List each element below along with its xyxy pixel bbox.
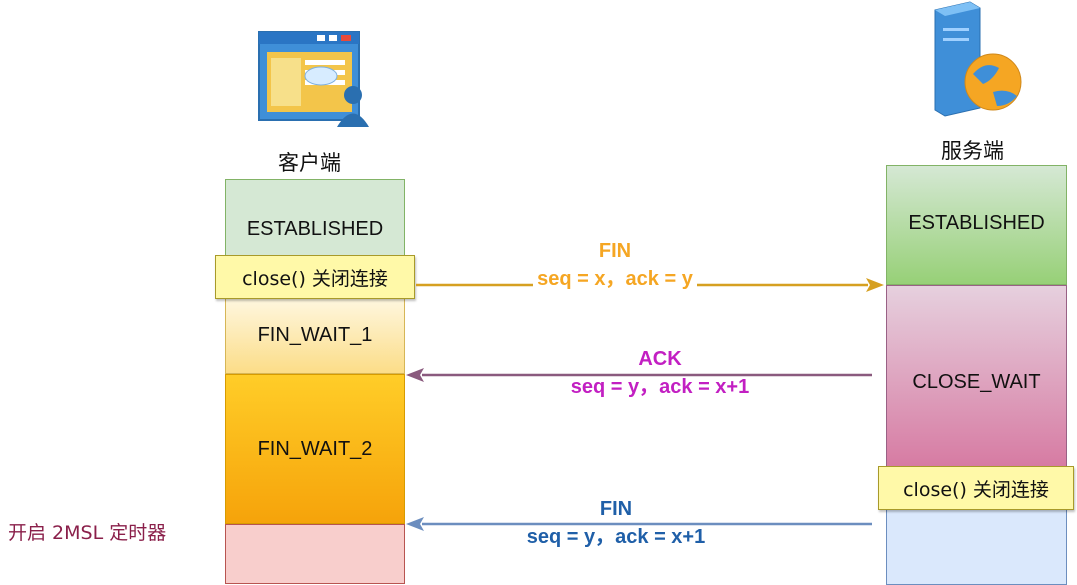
- timer-label: 开启 2MSL 定时器: [8, 522, 167, 544]
- fin-message-1-detail: seq = x，ack = y: [533, 265, 697, 293]
- fin-message-1-label: FIN seq = x，ack = y: [510, 237, 720, 293]
- fin-message-2-name: FIN: [599, 498, 633, 520]
- fin-message-2-detail: seq = y，ack = x+1: [526, 526, 706, 548]
- ack-message-name: ACK: [638, 348, 682, 370]
- fin-message-1-name: FIN: [598, 240, 632, 262]
- ack-message-label: ACK seq = y，ack = x+1: [540, 345, 780, 401]
- ack-message-detail: seq = y，ack = x+1: [570, 376, 750, 398]
- fin-message-2-label: FIN seq = y，ack = x+1: [496, 495, 736, 551]
